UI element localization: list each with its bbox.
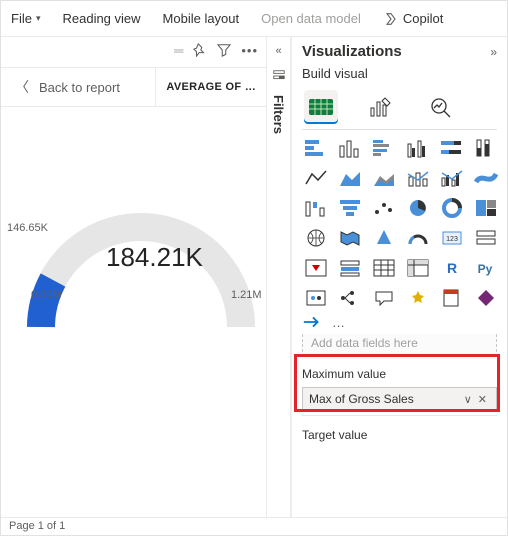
stacked-column-icon[interactable] xyxy=(336,136,364,160)
map-icon[interactable] xyxy=(302,226,330,250)
clustered-bar-icon[interactable] xyxy=(370,136,398,160)
visual-type-gallery: 123 R Py xyxy=(292,136,507,310)
chevron-down-icon: ▾ xyxy=(36,13,41,24)
top-menu-bar: File ▾ Reading view Mobile layout Open d… xyxy=(1,1,507,37)
analytics-icon xyxy=(429,96,453,118)
svg-text:R: R xyxy=(447,260,457,276)
decomposition-tree-icon[interactable] xyxy=(336,286,364,310)
clustered-column-icon[interactable] xyxy=(404,136,432,160)
python-visual-icon[interactable]: Py xyxy=(472,256,500,280)
add-data-fields-well[interactable]: Add data fields here xyxy=(302,334,497,357)
maximum-value-field-chip[interactable]: Max of Gross Sales ∨ ✕ xyxy=(302,387,497,411)
filter-icon[interactable] xyxy=(217,43,231,57)
line-chart-icon[interactable] xyxy=(302,166,330,190)
report-canvas: ═ ••• 〈 Back to report AVERAGE OF … 146.… xyxy=(1,37,267,517)
file-label: File xyxy=(11,11,32,26)
svg-text:123: 123 xyxy=(446,236,458,243)
more-options-icon[interactable]: ••• xyxy=(241,43,258,58)
pie-chart-icon[interactable] xyxy=(404,196,432,220)
r-visual-icon[interactable]: R xyxy=(438,256,466,280)
hundred-stacked-bar-icon[interactable] xyxy=(438,136,466,160)
donut-chart-icon[interactable] xyxy=(438,196,466,220)
card-icon[interactable]: 123 xyxy=(438,226,466,250)
multi-row-card-icon[interactable] xyxy=(472,226,500,250)
drag-handle-icon[interactable]: ═ xyxy=(174,43,183,58)
chevron-down-icon[interactable]: ∨ xyxy=(461,393,475,406)
max-field-name: Max of Gross Sales xyxy=(309,392,414,406)
table-icon[interactable] xyxy=(370,256,398,280)
visual-title: AVERAGE OF … xyxy=(155,68,266,106)
collapse-pane-icon[interactable]: » xyxy=(490,45,497,59)
build-visual-icon xyxy=(308,96,334,118)
file-menu[interactable]: File ▾ xyxy=(11,11,40,26)
gallery-more-icon[interactable]: … xyxy=(332,315,346,330)
svg-text:Py: Py xyxy=(478,262,493,276)
stacked-bar-icon[interactable] xyxy=(302,136,330,160)
tab-format-visual[interactable] xyxy=(364,90,398,124)
line-clustered-column-icon[interactable] xyxy=(438,166,466,190)
reading-view-button[interactable]: Reading view xyxy=(62,11,140,26)
hundred-stacked-column-icon[interactable] xyxy=(472,136,500,160)
filled-map-icon[interactable] xyxy=(336,226,364,250)
pin-icon[interactable] xyxy=(193,43,207,57)
mobile-layout-button[interactable]: Mobile layout xyxy=(163,11,240,26)
gauge-min-label: 0.00M xyxy=(31,289,62,301)
power-apps-icon[interactable] xyxy=(472,286,500,310)
waterfall-icon[interactable] xyxy=(302,196,330,220)
gauge-pointer-label: 146.65K xyxy=(7,222,48,234)
stacked-area-icon[interactable] xyxy=(370,166,398,190)
back-to-report-button[interactable]: 〈 Back to report xyxy=(1,77,155,97)
paginated-report-icon[interactable] xyxy=(438,286,466,310)
azure-map-icon[interactable] xyxy=(370,226,398,250)
area-chart-icon[interactable] xyxy=(336,166,364,190)
target-value-label: Target value xyxy=(292,420,507,442)
status-bar: Page 1 of 1 xyxy=(1,517,507,535)
page-indicator: Page 1 of 1 xyxy=(9,520,65,532)
slicer-icon[interactable] xyxy=(336,256,364,280)
remove-field-icon[interactable]: ✕ xyxy=(475,393,490,406)
copilot-button[interactable]: Copilot xyxy=(383,11,443,27)
gauge-visual[interactable]: 146.65K 184.21K 0.00M 1.21M xyxy=(1,107,266,517)
qna-icon[interactable] xyxy=(370,286,398,310)
gauge-max-label: 1.21M xyxy=(231,289,262,301)
key-influencers-icon[interactable] xyxy=(302,286,330,310)
build-visual-label: Build visual xyxy=(292,64,507,87)
gauge-value: 184.21K xyxy=(106,242,203,273)
kpi-icon[interactable] xyxy=(302,256,330,280)
get-more-visuals-icon[interactable] xyxy=(302,314,324,330)
open-data-model-button: Open data model xyxy=(261,11,361,26)
maximum-value-label: Maximum value xyxy=(292,361,507,383)
visual-floating-toolbar: ═ ••• xyxy=(1,37,266,63)
tab-build-visual[interactable] xyxy=(304,90,338,124)
visualizations-pane: Visualizations » Build visual xyxy=(291,37,507,517)
chevron-left-icon: 〈 xyxy=(15,77,29,97)
gauge-icon[interactable] xyxy=(404,226,432,250)
filter-pane-icon xyxy=(272,69,286,83)
tab-analytics[interactable] xyxy=(424,90,458,124)
ribbon-chart-icon[interactable] xyxy=(472,166,500,190)
smart-narrative-icon[interactable] xyxy=(404,286,432,310)
matrix-icon[interactable] xyxy=(404,256,432,280)
copilot-label: Copilot xyxy=(403,11,443,26)
scatter-icon[interactable] xyxy=(370,196,398,220)
filters-label: Filters xyxy=(271,95,286,134)
expand-left-icon[interactable]: « xyxy=(275,45,281,57)
back-label: Back to report xyxy=(39,80,120,95)
visualizations-title: Visualizations xyxy=(302,43,402,60)
copilot-icon xyxy=(383,11,399,27)
treemap-icon[interactable] xyxy=(472,196,500,220)
funnel-icon[interactable] xyxy=(336,196,364,220)
line-stacked-column-icon[interactable] xyxy=(404,166,432,190)
format-visual-icon xyxy=(369,96,393,118)
